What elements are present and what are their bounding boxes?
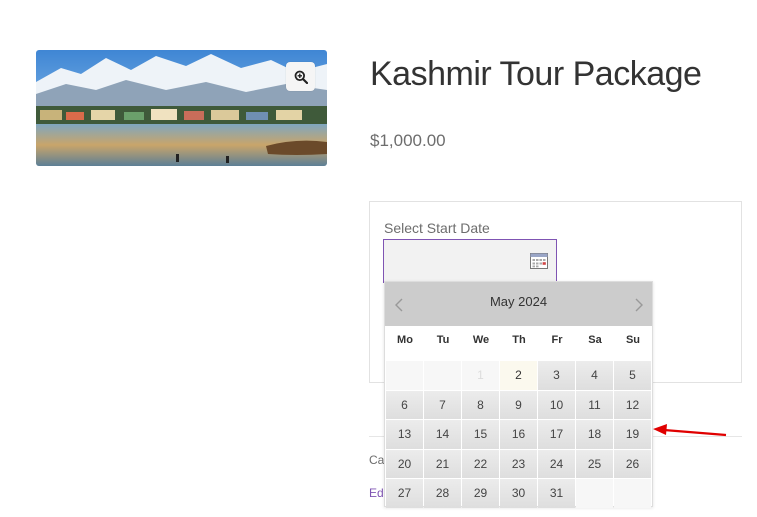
- datepicker-day-11[interactable]: 11: [576, 390, 613, 419]
- datepicker: May 2024 Mo Tu We Th Fr Sa Su 1234567891…: [384, 281, 653, 508]
- datepicker-day-2[interactable]: 2: [500, 361, 537, 390]
- datepicker-day-30[interactable]: 30: [500, 479, 537, 508]
- product-price: $1,000.00: [370, 131, 446, 150]
- datepicker-day-10[interactable]: 10: [538, 390, 575, 419]
- datepicker-day-22[interactable]: 22: [462, 449, 499, 478]
- datepicker-day-26[interactable]: 26: [614, 449, 651, 478]
- weekday-label: Th: [512, 334, 526, 346]
- datepicker-empty-cell: [576, 479, 613, 508]
- datepicker-day-12[interactable]: 12: [614, 390, 651, 419]
- red-arrow-icon: [653, 424, 727, 437]
- weekday-label: Sa: [588, 334, 602, 346]
- datepicker-day-6[interactable]: 6: [386, 390, 423, 419]
- weekday-label: Tu: [436, 334, 450, 346]
- chevron-right-icon[interactable]: [634, 298, 644, 312]
- datepicker-day-3[interactable]: 3: [538, 361, 575, 390]
- datepicker-day-9[interactable]: 9: [500, 390, 537, 419]
- product-title: Kashmir Tour Package: [370, 55, 702, 93]
- weekday-label: Fr: [551, 334, 563, 346]
- datepicker-empty-cell: [386, 361, 423, 390]
- datepicker-month-title: May 2024: [489, 294, 548, 309]
- datepicker-header: May 2024: [385, 282, 652, 326]
- datepicker-empty-cell: [614, 479, 651, 508]
- datepicker-day-27[interactable]: 27: [386, 479, 423, 508]
- product-image[interactable]: [36, 50, 327, 166]
- weekday-label: Su: [625, 334, 641, 346]
- datepicker-day-17[interactable]: 17: [538, 420, 575, 449]
- magnifier-plus-icon: [294, 70, 308, 84]
- datepicker-weekdays: Mo Tu We Th Fr Sa Su: [386, 334, 652, 346]
- datepicker-day-15[interactable]: 15: [462, 420, 499, 449]
- datepicker-day-13[interactable]: 13: [386, 420, 423, 449]
- calendar-icon[interactable]: [530, 252, 548, 269]
- datepicker-day-4[interactable]: 4: [576, 361, 613, 390]
- datepicker-day-1: 1: [462, 361, 499, 390]
- datepicker-empty-cell: [424, 361, 461, 390]
- datepicker-day-20[interactable]: 20: [386, 449, 423, 478]
- image-zoom-button[interactable]: [286, 62, 315, 91]
- datepicker-day-21[interactable]: 21: [424, 449, 461, 478]
- datepicker-day-14[interactable]: 14: [424, 420, 461, 449]
- weekday-label: We: [472, 334, 490, 346]
- datepicker-day-16[interactable]: 16: [500, 420, 537, 449]
- datepicker-day-23[interactable]: 23: [500, 449, 537, 478]
- kashmir-landscape-photo: [36, 50, 327, 166]
- datepicker-day-31[interactable]: 31: [538, 479, 575, 508]
- datepicker-day-18[interactable]: 18: [576, 420, 613, 449]
- datepicker-day-24[interactable]: 24: [538, 449, 575, 478]
- datepicker-day-28[interactable]: 28: [424, 479, 461, 508]
- datepicker-day-5[interactable]: 5: [614, 361, 651, 390]
- datepicker-day-8[interactable]: 8: [462, 390, 499, 419]
- datepicker-day-29[interactable]: 29: [462, 479, 499, 508]
- start-date-label: Select Start Date: [384, 220, 490, 236]
- datepicker-day-25[interactable]: 25: [576, 449, 613, 478]
- weekday-label: Mo: [397, 334, 413, 346]
- datepicker-day-19[interactable]: 19: [614, 420, 651, 449]
- datepicker-day-grid: 1 2 3 4 5 6 7 8 9 10 11 12 13 14 15 16 17 18 19 20 21 22 23 24 2…: [386, 361, 651, 508]
- datepicker-day-7[interactable]: 7: [424, 390, 461, 419]
